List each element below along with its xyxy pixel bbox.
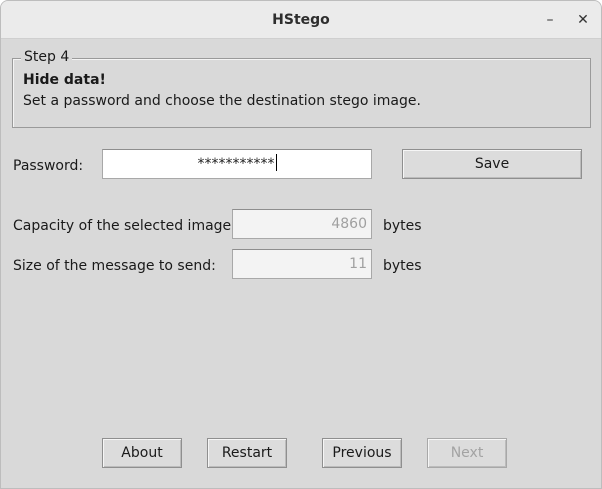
window-title: HStego xyxy=(272,12,330,28)
message-size-field: 11 xyxy=(232,249,372,279)
save-button[interactable]: Save xyxy=(402,149,582,179)
title-bar[interactable]: HStego – ✕ xyxy=(1,1,601,39)
previous-button[interactable]: Previous xyxy=(322,438,402,468)
next-button[interactable]: Next xyxy=(427,438,507,468)
capacity-field: 4860 xyxy=(232,209,372,239)
password-value: *********** xyxy=(197,156,275,172)
step-legend: Step 4 xyxy=(21,49,73,65)
step-heading: Hide data! xyxy=(23,72,106,88)
restart-button[interactable]: Restart xyxy=(207,438,287,468)
capacity-unit: bytes xyxy=(383,218,422,234)
text-caret xyxy=(275,154,277,171)
message-size-unit: bytes xyxy=(383,258,422,274)
close-icon[interactable]: ✕ xyxy=(573,10,593,30)
message-size-label: Size of the message to send: xyxy=(13,258,216,274)
app-window: HStego – ✕ Step 4 Hide data! Set a passw… xyxy=(0,0,602,489)
minimize-icon[interactable]: – xyxy=(540,10,560,30)
capacity-label: Capacity of the selected image: xyxy=(13,218,236,234)
password-label: Password: xyxy=(13,158,84,174)
about-button[interactable]: About xyxy=(102,438,182,468)
password-input[interactable]: *********** xyxy=(102,149,372,179)
step-description: Set a password and choose the destinatio… xyxy=(23,93,421,109)
